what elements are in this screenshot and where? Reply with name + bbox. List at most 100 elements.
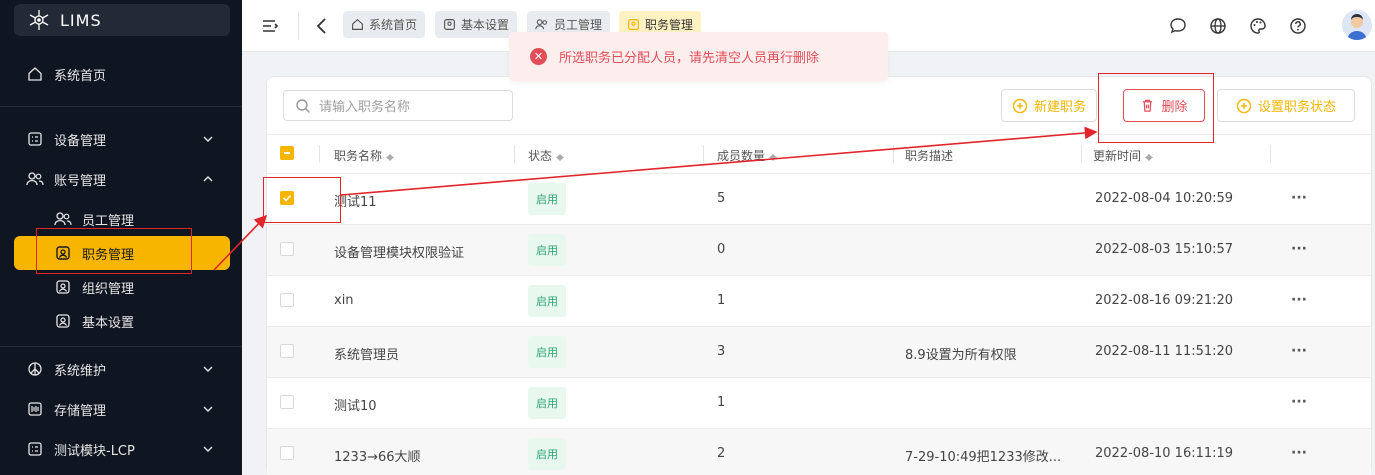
cell-time: 2022-08-10 16:11:19 — [1095, 446, 1234, 461]
tab-home[interactable]: 系统首页 — [343, 11, 426, 38]
column-divider — [319, 145, 320, 163]
app-title: LIMS — [60, 10, 102, 30]
sort-icon[interactable] — [769, 150, 778, 162]
sidebar-item-label: 员工管理 — [82, 213, 135, 229]
cell-name: 1233→66大顺 — [334, 450, 421, 465]
row-checkbox[interactable] — [280, 242, 294, 256]
divider — [0, 346, 242, 347]
status-badge: 启用 — [528, 438, 566, 470]
sort-icon[interactable] — [556, 150, 565, 162]
error-toast: ✕ 所选职务已分配人员，请先清空人员再行删除 — [509, 32, 888, 81]
select-all-checkbox[interactable] — [280, 146, 294, 160]
table-row[interactable]: 系统管理员 启用 3 8.9设置为所有权限 2022-08-11 11:51:2… — [267, 327, 1371, 378]
sidebar-item-label: 组织管理 — [82, 281, 135, 297]
more-icon[interactable]: ··· — [1291, 445, 1307, 461]
id-badge-icon — [444, 19, 455, 30]
more-icon[interactable]: ··· — [1291, 190, 1307, 206]
sidebar-item-maintain[interactable]: 系统维护 — [14, 352, 230, 386]
back-icon[interactable] — [312, 16, 332, 36]
table-row[interactable]: 测试10 启用 1 ··· — [267, 378, 1371, 429]
column-header-name[interactable]: 职务名称 — [334, 147, 395, 164]
id-badge-icon — [54, 278, 72, 296]
more-icon[interactable]: ··· — [1291, 394, 1307, 410]
more-icon[interactable]: ··· — [1291, 343, 1307, 359]
annotation-box-checkbox — [263, 177, 341, 223]
chat-icon[interactable] — [1168, 16, 1188, 36]
column-header-status[interactable]: 状态 — [528, 147, 565, 164]
sort-icon[interactable] — [1145, 150, 1154, 162]
sidebar-item-device[interactable]: 设备管理 — [14, 122, 230, 156]
cell-count: 1 — [717, 293, 726, 308]
divider — [298, 12, 299, 40]
peace-icon — [26, 360, 44, 378]
column-divider — [703, 145, 704, 163]
sidebar-item-label: 系统维护 — [54, 363, 107, 379]
header-label: 职务描述 — [905, 149, 954, 163]
home-icon — [26, 65, 44, 83]
sidebar-item-home[interactable]: 系统首页 — [14, 57, 230, 91]
search-input[interactable]: 请输入职务名称 — [283, 90, 513, 121]
add-circle-icon — [1012, 98, 1028, 113]
column-header-time[interactable]: 更新时间 — [1093, 147, 1154, 164]
status-badge: 启用 — [528, 285, 566, 317]
sidebar-item-test[interactable]: 测试模块-LCP — [14, 432, 230, 466]
button-label: 设置职务状态 — [1257, 100, 1336, 115]
cell-count: 1 — [717, 395, 726, 410]
column-divider — [514, 145, 515, 163]
table-row[interactable]: 设备管理模块权限验证 启用 0 2022-08-03 15:10:57 ··· — [267, 225, 1371, 276]
tab-label: 员工管理 — [554, 18, 603, 32]
chevron-down-icon — [203, 406, 213, 412]
table-row[interactable]: 测试11 启用 5 2022-08-04 10:20:59 ··· — [267, 174, 1371, 225]
column-divider — [1270, 145, 1271, 163]
status-badge: 启用 — [528, 183, 566, 215]
column-header-desc: 职务描述 — [905, 147, 953, 164]
chevron-down-icon — [203, 136, 213, 142]
logo: LIMS — [14, 4, 230, 36]
column-divider — [1081, 145, 1082, 163]
sidebar-item-account[interactable]: 账号管理 — [14, 162, 230, 196]
set-status-button[interactable]: 设置职务状态 — [1217, 89, 1355, 122]
search-placeholder: 请输入职务名称 — [319, 100, 411, 115]
help-icon[interactable] — [1288, 16, 1308, 36]
row-checkbox[interactable] — [280, 293, 294, 307]
cell-count: 2 — [717, 446, 726, 461]
avatar[interactable] — [1342, 10, 1372, 40]
column-header-count[interactable]: 成员数量 — [717, 147, 778, 164]
chevron-down-icon — [203, 366, 213, 372]
logo-icon — [29, 10, 49, 30]
more-icon[interactable]: ··· — [1291, 241, 1307, 257]
cell-time: 2022-08-16 09:21:20 — [1095, 293, 1234, 308]
tab-basic-settings[interactable]: 基本设置 — [435, 11, 518, 38]
more-icon[interactable]: ··· — [1291, 292, 1307, 308]
cell-name: 测试10 — [334, 399, 377, 414]
sort-icon[interactable] — [386, 150, 395, 162]
row-checkbox[interactable] — [280, 344, 294, 358]
row-checkbox[interactable] — [280, 395, 294, 409]
menu-fold-icon[interactable] — [260, 16, 280, 36]
globe-icon[interactable] — [1208, 16, 1228, 36]
users-icon — [26, 170, 44, 188]
table-row[interactable]: xin 启用 1 2022-08-16 09:21:20 ··· — [267, 276, 1371, 327]
palette-icon[interactable] — [1248, 16, 1268, 36]
sidebar-item-label: 账号管理 — [54, 173, 107, 189]
cell-time: 2022-08-03 15:10:57 — [1095, 242, 1234, 257]
sidebar-item-label: 基本设置 — [82, 315, 135, 331]
home-icon — [352, 18, 363, 30]
storage-icon — [26, 400, 44, 418]
tab-label: 职务管理 — [645, 18, 694, 32]
annotation-box-position — [36, 228, 192, 274]
sidebar-item-org[interactable]: 组织管理 — [14, 270, 230, 304]
sidebar-item-storage[interactable]: 存储管理 — [14, 392, 230, 426]
cell-desc: 7-29-10:49把1233修改... — [905, 450, 1062, 465]
search-icon — [296, 98, 310, 113]
sidebar-item-basic[interactable]: 基本设置 — [14, 304, 230, 338]
tab-label: 系统首页 — [369, 18, 418, 32]
header-label: 状态 — [528, 149, 553, 163]
id-badge-icon — [628, 19, 639, 30]
row-checkbox[interactable] — [280, 446, 294, 460]
table-row[interactable]: 1233→66大顺 启用 2 7-29-10:49把1233修改... 2022… — [267, 429, 1371, 475]
new-position-button[interactable]: 新建职务 — [1001, 89, 1097, 122]
grid-icon — [26, 130, 44, 148]
cell-count: 0 — [717, 242, 726, 257]
grid-icon — [26, 440, 44, 458]
